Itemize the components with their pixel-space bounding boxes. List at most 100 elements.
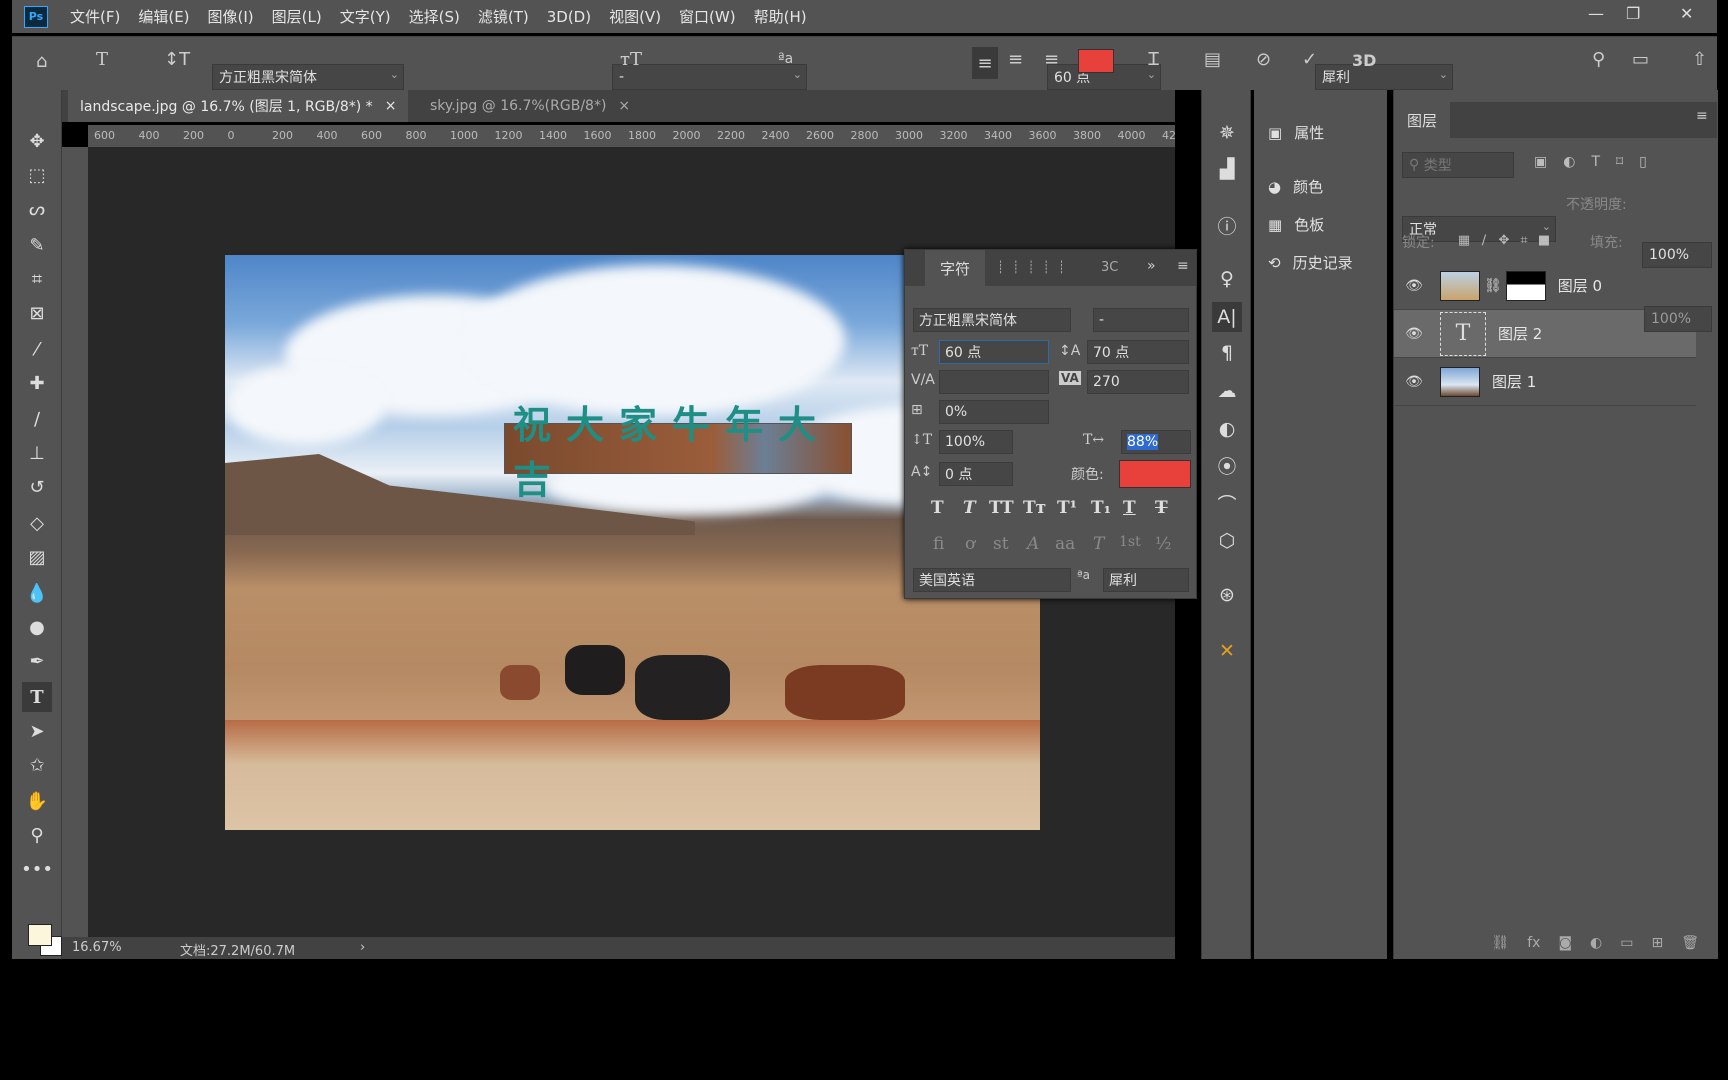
tab-landscape[interactable]: landscape.jpg @ 16.7% (图层 1, RGB/8*) * ×	[68, 90, 409, 122]
language-select[interactable]: 美国英语	[913, 568, 1071, 592]
stamp-tool-icon[interactable]: ⊥	[22, 438, 52, 468]
paths-icon[interactable]: ⌒	[1212, 488, 1242, 518]
layer-row[interactable]: 👁 图层 1	[1394, 358, 1696, 406]
eyedropper-tool-icon[interactable]: ⁄	[22, 334, 52, 364]
old-style-button[interactable]: ơ	[965, 534, 975, 554]
minimize-button[interactable]: —	[1588, 4, 1604, 23]
shape-tool-icon[interactable]: ✩	[22, 750, 52, 780]
char-kerning-field[interactable]	[939, 370, 1049, 394]
lock-transparent-icon[interactable]: ▦	[1454, 233, 1474, 248]
move-tool-icon[interactable]: ✥	[22, 126, 52, 156]
fx-icon[interactable]: fx	[1527, 935, 1540, 951]
brush-tool-icon[interactable]: ∕	[22, 404, 52, 434]
menu-file[interactable]: 文件(F)	[70, 6, 120, 27]
menu-view[interactable]: 视图(V)	[609, 6, 661, 27]
restore-button[interactable]: ❐	[1626, 4, 1640, 23]
menu-layer[interactable]: 图层(L)	[272, 6, 322, 27]
foreground-color-swatch[interactable]	[28, 924, 52, 946]
char-tracking-field[interactable]: 270	[1087, 370, 1189, 394]
close-button[interactable]: ✕	[1680, 4, 1693, 23]
layer-row[interactable]: 👁 ⛓ 图层 0	[1394, 262, 1696, 310]
layer-mask-thumbnail[interactable]	[1505, 270, 1546, 301]
lock-artboard-icon[interactable]: ⌗	[1514, 233, 1534, 248]
ligatures-button[interactable]: fi	[933, 534, 944, 554]
eye-icon[interactable]: 👁	[1394, 278, 1434, 294]
3d-icon[interactable]: ⬡	[1212, 526, 1242, 556]
paragraph-tabs-icon[interactable]: ┊┊┊┊┊	[997, 260, 1073, 274]
stylistic-alternates-button[interactable]: aa	[1055, 534, 1075, 554]
align-right-icon[interactable]: ≡	[1044, 49, 1059, 70]
filter-kind-icons[interactable]: ▣◐T⌑▯	[1534, 154, 1663, 170]
path-select-tool-icon[interactable]: ➤	[22, 716, 52, 746]
char-vertical-scale-field[interactable]: 100%	[939, 430, 1013, 454]
strikethrough-button[interactable]: T	[1155, 498, 1168, 518]
lock-icons[interactable]: ▦ ∕ ✥ ⌗ ■	[1454, 232, 1564, 248]
lock-all-icon[interactable]: ■	[1534, 233, 1554, 248]
panel-color[interactable]: ◕ 颜色	[1268, 176, 1323, 197]
gradient-tool-icon[interactable]: ▨	[22, 542, 52, 572]
libraries-icon[interactable]: ☁	[1212, 376, 1242, 406]
char-horizontal-scale-field[interactable]: 88%	[1121, 430, 1191, 454]
superscript-button[interactable]: T¹	[1057, 498, 1077, 518]
character-panel-toggle-icon[interactable]: ▤	[1204, 49, 1221, 70]
toggle-orientation-icon[interactable]: ↕T	[164, 49, 190, 70]
status-menu-arrow-icon[interactable]: ›	[360, 940, 365, 955]
ordinals-button[interactable]: 1st	[1119, 534, 1141, 550]
history-brush-icon[interactable]: ↺	[22, 472, 52, 502]
share-icon[interactable]: ⇧	[1692, 49, 1707, 70]
menu-edit[interactable]: 编辑(E)	[138, 6, 189, 27]
text-tool-preset-icon[interactable]: T	[96, 49, 108, 70]
panel-menu-icon[interactable]: ≡	[1696, 108, 1708, 124]
eye-icon[interactable]: 👁	[1394, 374, 1434, 390]
menu-window[interactable]: 窗口(W)	[679, 6, 736, 27]
antialias-select[interactable]: 犀利 ⌄	[1315, 63, 1453, 90]
all-caps-button[interactable]: TT	[989, 498, 1014, 518]
font-family-select[interactable]: 方正粗黑宋简体 ⌄	[212, 63, 404, 90]
discretionary-ligatures-button[interactable]: st	[993, 534, 1009, 554]
eye-icon[interactable]: 👁	[1394, 326, 1434, 342]
close-tab-icon[interactable]: ×	[618, 98, 630, 114]
new-layer-icon[interactable]: ⊞	[1651, 935, 1663, 951]
char-leading-field[interactable]: 70 点	[1087, 340, 1189, 364]
char-font-family-select[interactable]: 方正粗黑宋简体	[913, 308, 1071, 332]
close-tab-icon[interactable]: ×	[385, 98, 397, 114]
align-left-icon[interactable]: ≡	[972, 47, 998, 79]
frame-tool-icon[interactable]: ⊠	[22, 298, 52, 328]
char-tsume-field[interactable]: 0%	[939, 400, 1049, 424]
small-caps-button[interactable]: Tт	[1023, 498, 1046, 518]
quick-select-tool-icon[interactable]: ✎	[22, 230, 52, 260]
home-icon[interactable]: ⌂	[36, 51, 47, 72]
warp-text-icon[interactable]: Ꮖ	[1148, 49, 1160, 70]
dodge-tool-icon[interactable]: ●	[22, 612, 52, 642]
lasso-tool-icon[interactable]: ᔕ	[22, 194, 52, 224]
char-antialias-select[interactable]: 犀利	[1103, 568, 1189, 592]
tab-3d[interactable]: 3C	[1101, 260, 1118, 275]
horizontal-scale-icon[interactable]: T↔	[1083, 432, 1104, 448]
workspace-icon[interactable]: ▭	[1632, 49, 1649, 70]
layer-filter-select[interactable]: ⚲ 类型	[1402, 152, 1514, 178]
pen-tool-icon[interactable]: ✒	[22, 646, 52, 676]
menu-select[interactable]: 选择(S)	[409, 6, 460, 27]
commit-check-icon[interactable]: ✓	[1302, 49, 1317, 70]
panel-swatches[interactable]: ▦ 色板	[1268, 214, 1324, 235]
3d-button[interactable]: 3D	[1352, 51, 1376, 70]
subscript-button[interactable]: T₁	[1091, 498, 1111, 518]
tab-character[interactable]: 字符	[925, 250, 985, 286]
cancel-icon[interactable]: ⊘	[1256, 49, 1271, 70]
menu-help[interactable]: 帮助(H)	[754, 6, 807, 27]
zoom-level[interactable]: 16.67%	[72, 940, 122, 955]
crop-tool-icon[interactable]: ⌗	[22, 264, 52, 294]
tab-sky[interactable]: sky.jpg @ 16.7%(RGB/8*) ×	[418, 90, 642, 122]
search-icon[interactable]: ⚲	[1592, 49, 1605, 70]
character-icon[interactable]: A|	[1212, 302, 1242, 332]
char-baseline-shift-field[interactable]: 0 点	[939, 462, 1013, 486]
eraser-tool-icon[interactable]: ◇	[22, 508, 52, 538]
faux-bold-button[interactable]: T	[931, 498, 944, 518]
zoom-tool-icon[interactable]: ⚲	[22, 820, 52, 850]
link-icon[interactable]: ⛓	[1484, 278, 1502, 294]
char-color-swatch[interactable]	[1119, 460, 1191, 488]
histogram-icon[interactable]: ▟	[1212, 154, 1242, 184]
titling-button[interactable]: T	[1093, 534, 1104, 554]
lock-pixels-icon[interactable]: ∕	[1474, 233, 1494, 248]
link-layers-icon[interactable]: ⛓	[1491, 935, 1509, 951]
